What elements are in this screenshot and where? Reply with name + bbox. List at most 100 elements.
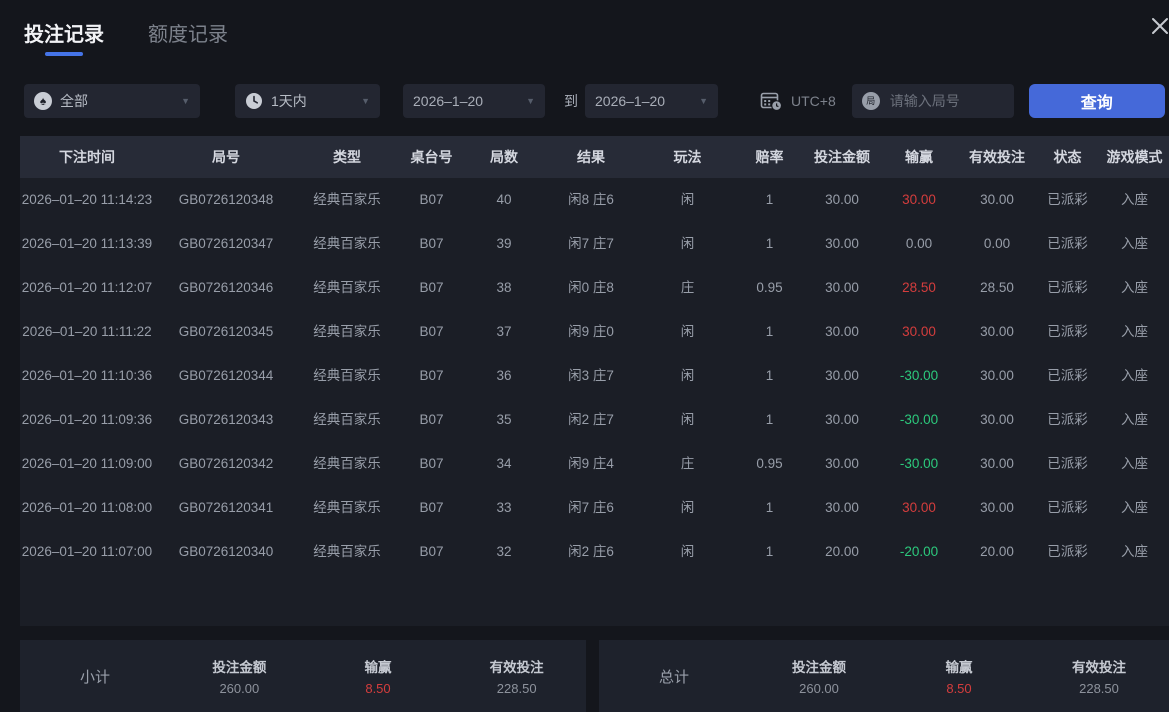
chevron-down-icon: ▼ bbox=[699, 96, 708, 106]
cell-time: 2026–01–20 11:12:07 bbox=[21, 280, 153, 295]
round-id-input[interactable] bbox=[887, 92, 1002, 110]
cell-valid: 30.00 bbox=[980, 500, 1014, 515]
header-odds: 赔率 bbox=[755, 149, 784, 165]
total-panel: 总计 投注金额 260.00 输赢 8.50 有效投注 228.50 bbox=[599, 640, 1169, 712]
cell-winloss: -30.00 bbox=[899, 368, 939, 383]
summary-bar: 小计 投注金额 260.00 输赢 8.50 有效投注 228.50 总计 投注… bbox=[20, 640, 1169, 712]
cell-status: 已派彩 bbox=[1047, 544, 1088, 559]
cell-result: 闲8 庄6 bbox=[568, 192, 614, 207]
cell-time: 2026–01–20 11:13:39 bbox=[21, 236, 153, 251]
total-label: 总计 bbox=[658, 668, 689, 686]
cell-round-id: GB0726120348 bbox=[178, 192, 274, 207]
subtotal-panel: 小计 投注金额 260.00 输赢 8.50 有效投注 228.50 bbox=[20, 640, 586, 712]
cell-bet: 30.00 bbox=[825, 456, 859, 471]
cell-type: 经典百家乐 bbox=[313, 544, 381, 559]
header-result: 结果 bbox=[577, 149, 605, 165]
cell-round-no: 37 bbox=[496, 324, 512, 339]
bet-records-table: 下注时间 局号 类型 桌台号 局数 结果 玩法 赔率 投注金额 输赢 有效投注 … bbox=[20, 136, 1169, 626]
cell-bet: 20.00 bbox=[825, 544, 859, 559]
game-type-dropdown[interactable]: ♠ 全部 ▼ bbox=[24, 84, 200, 118]
query-button[interactable]: 查询 bbox=[1028, 84, 1165, 118]
cell-mode: 入座 bbox=[1121, 368, 1148, 383]
cell-time: 2026–01–20 11:09:00 bbox=[21, 456, 153, 471]
cell-mode: 入座 bbox=[1121, 280, 1148, 295]
cell-status: 已派彩 bbox=[1047, 412, 1088, 427]
cell-odds: 1 bbox=[765, 324, 774, 339]
timezone-label: UTC+8 bbox=[791, 93, 836, 109]
cell-status: 已派彩 bbox=[1047, 324, 1088, 339]
cell-round-no: 39 bbox=[496, 236, 512, 251]
close-icon[interactable] bbox=[1145, 11, 1169, 41]
timezone-group: UTC+8 bbox=[760, 91, 836, 111]
cell-round-id: GB0726120347 bbox=[178, 236, 274, 251]
round-id-field[interactable]: 局 bbox=[851, 84, 1014, 118]
cell-type: 经典百家乐 bbox=[313, 192, 381, 207]
cell-mode: 入座 bbox=[1121, 236, 1148, 251]
cell-result: 闲7 庄7 bbox=[568, 236, 614, 251]
cell-round-id: GB0726120346 bbox=[178, 280, 274, 295]
table-row: 2026–01–20 11:14:23 GB0726120348 经典百家乐 B07 4… bbox=[20, 178, 1169, 222]
active-tab-underline bbox=[45, 52, 83, 56]
cell-time: 2026–01–20 11:11:22 bbox=[22, 324, 152, 339]
table-row: 2026–01–20 11:08:00 GB0726120341 经典百家乐 B07 3… bbox=[20, 486, 1169, 530]
cell-time: 2026–01–20 11:10:36 bbox=[21, 368, 153, 383]
cell-odds: 1 bbox=[765, 192, 774, 207]
header-round-id: 局号 bbox=[212, 149, 240, 165]
tab-bet-records-label: 投注记录 bbox=[24, 24, 104, 46]
cell-result: 闲9 庄0 bbox=[568, 324, 614, 339]
cell-round-no: 32 bbox=[496, 544, 512, 559]
cell-result: 闲2 庄6 bbox=[568, 544, 614, 559]
cell-time: 2026–01–20 11:08:00 bbox=[21, 500, 153, 515]
total-winloss: 输赢 8.50 bbox=[945, 660, 973, 696]
cell-mode: 入座 bbox=[1121, 324, 1148, 339]
cell-bet: 30.00 bbox=[825, 368, 859, 383]
cell-table-no: B07 bbox=[419, 368, 444, 383]
tab-quota-records[interactable]: 额度记录 bbox=[148, 18, 228, 56]
cell-type: 经典百家乐 bbox=[313, 280, 381, 295]
cell-winloss: 0.00 bbox=[905, 236, 933, 251]
cell-winloss: -30.00 bbox=[899, 412, 939, 427]
cell-winloss: -30.00 bbox=[899, 456, 939, 471]
cell-status: 已派彩 bbox=[1047, 368, 1088, 383]
date-to-picker[interactable]: 2026–1–20 ▼ bbox=[585, 84, 718, 118]
header-type: 类型 bbox=[333, 149, 361, 165]
chevron-down-icon: ▼ bbox=[181, 96, 190, 106]
subtotal-winloss: 输赢 8.50 bbox=[364, 660, 392, 696]
cell-bet: 30.00 bbox=[825, 412, 859, 427]
cell-table-no: B07 bbox=[419, 192, 444, 207]
date-to-separator: 到 bbox=[564, 93, 578, 109]
cell-status: 已派彩 bbox=[1047, 456, 1088, 471]
game-type-value: 全部 bbox=[60, 93, 88, 109]
cell-round-no: 35 bbox=[496, 412, 512, 427]
cell-play: 闲 bbox=[680, 192, 695, 207]
cell-odds: 1 bbox=[765, 412, 774, 427]
cell-table-no: B07 bbox=[419, 500, 444, 515]
cell-valid: 20.00 bbox=[980, 544, 1014, 559]
cell-mode: 入座 bbox=[1121, 500, 1148, 515]
total-valid-bet: 有效投注 228.50 bbox=[1072, 660, 1126, 696]
cell-valid: 30.00 bbox=[980, 456, 1014, 471]
cell-play: 闲 bbox=[680, 500, 695, 515]
cell-round-no: 36 bbox=[496, 368, 512, 383]
cell-result: 闲9 庄4 bbox=[568, 456, 614, 471]
cell-winloss: 28.50 bbox=[902, 280, 936, 295]
cell-time: 2026–01–20 11:09:36 bbox=[21, 412, 153, 427]
cell-valid: 30.00 bbox=[980, 368, 1014, 383]
time-range-dropdown[interactable]: 1天内 ▼ bbox=[235, 84, 380, 118]
table-row: 2026–01–20 11:09:36 GB0726120343 经典百家乐 B07 3… bbox=[20, 398, 1169, 442]
spade-icon: ♠ bbox=[34, 92, 52, 110]
tab-bar: 投注记录 额度记录 bbox=[0, 0, 1169, 56]
tab-bet-records[interactable]: 投注记录 bbox=[24, 18, 104, 56]
cell-bet: 30.00 bbox=[825, 236, 859, 251]
cell-winloss: 30.00 bbox=[902, 192, 936, 207]
cell-odds: 0.95 bbox=[756, 280, 783, 295]
header-table-no: 桌台号 bbox=[410, 149, 453, 165]
date-from-picker[interactable]: 2026–1–20 ▼ bbox=[403, 84, 545, 118]
header-winloss: 输赢 bbox=[905, 149, 933, 165]
cell-round-id: GB0726120344 bbox=[178, 368, 274, 383]
cell-result: 闲3 庄7 bbox=[568, 368, 614, 383]
header-valid-bet: 有效投注 bbox=[969, 149, 1025, 165]
cell-result: 闲7 庄6 bbox=[568, 500, 614, 515]
cell-type: 经典百家乐 bbox=[313, 412, 381, 427]
filter-bar: ♠ 全部 ▼ 1天内 ▼ 2026–1–20 ▼ 到 2026–1–20 ▼ U… bbox=[24, 84, 1169, 118]
